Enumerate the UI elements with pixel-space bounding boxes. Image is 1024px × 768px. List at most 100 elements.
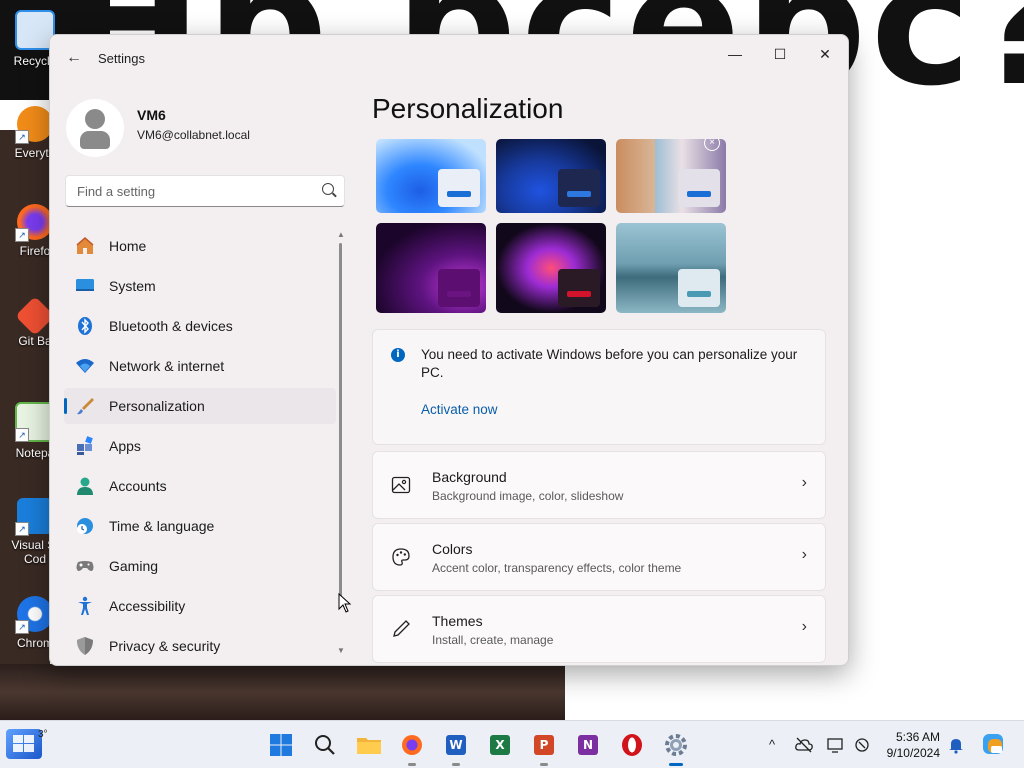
sidebar-item-time-language[interactable]: Time & language xyxy=(64,508,336,544)
search-icon[interactable] xyxy=(322,183,334,195)
magnifier-icon: ↗ xyxy=(15,106,53,144)
profile-email: VM6@collabnet.local xyxy=(137,128,250,142)
taskbar-powerpoint[interactable]: P xyxy=(528,729,560,766)
sidebar-item-accessibility[interactable]: Accessibility xyxy=(64,588,336,624)
sidebar-item-gaming[interactable]: Gaming xyxy=(64,548,336,584)
minimize-button[interactable]: — xyxy=(712,39,758,69)
sidebar-item-apps[interactable]: Apps xyxy=(64,428,336,464)
taskbar-onenote[interactable]: N xyxy=(572,729,604,761)
shortcut-arrow-icon: ↗ xyxy=(15,620,29,634)
brush-icon xyxy=(77,398,94,415)
taskbar-search-button[interactable] xyxy=(309,729,341,761)
firefox-icon xyxy=(402,735,422,755)
scrollbar-thumb[interactable] xyxy=(339,243,342,597)
wallpaper-photo xyxy=(0,664,565,720)
windows-logo-icon xyxy=(13,735,34,752)
notification-bell-icon[interactable] xyxy=(946,735,966,755)
cloud-offline-icon[interactable] xyxy=(794,735,814,755)
setting-background[interactable]: Background Background image, color, slid… xyxy=(372,451,826,519)
setting-subtitle: Accent color, transparency effects, colo… xyxy=(432,561,682,575)
folder-icon xyxy=(357,738,381,754)
sidebar-scrollbar[interactable]: ▲ ▼ xyxy=(336,231,346,655)
sidebar-item-label: Bluetooth & devices xyxy=(109,318,233,334)
sidebar-item-bluetooth[interactable]: Bluetooth & devices xyxy=(64,308,336,344)
powerpoint-icon: P xyxy=(534,735,554,755)
sidebar-nav: Home System Bluetooth & devices Network … xyxy=(64,228,336,660)
shortcut-arrow-icon: ↗ xyxy=(15,228,29,242)
sidebar-item-system[interactable]: System xyxy=(64,268,336,304)
theme-thumbnail[interactable] xyxy=(376,223,486,313)
setting-colors[interactable]: Colors Accent color, transparency effect… xyxy=(372,523,826,591)
window-title: Settings xyxy=(98,51,145,66)
home-icon xyxy=(76,237,94,254)
theme-accent-bar xyxy=(687,291,711,297)
sidebar-item-accounts[interactable]: Accounts xyxy=(64,468,336,504)
chevron-right-icon: › xyxy=(801,618,807,635)
setting-title: Themes xyxy=(432,613,483,629)
sidebar-item-label: Network & internet xyxy=(109,358,225,374)
info-icon: i xyxy=(391,348,405,362)
sidebar-item-label: Personalization xyxy=(109,398,205,414)
sidebar-item-personalization[interactable]: Personalization xyxy=(64,388,336,424)
sidebar-item-label: Privacy & security xyxy=(109,638,221,654)
apps-icon xyxy=(77,436,93,455)
back-button[interactable]: ← xyxy=(62,47,86,69)
theme-thumbnail[interactable] xyxy=(496,223,606,313)
taskbar-settings[interactable] xyxy=(660,729,692,766)
theme-thumbnail[interactable]: × xyxy=(616,139,726,213)
clock-time: 5:36 AM xyxy=(895,730,940,744)
theme-thumbnail[interactable] xyxy=(616,223,726,313)
sidebar-item-network[interactable]: Network & internet xyxy=(64,348,336,384)
search-input[interactable] xyxy=(75,181,317,201)
user-profile[interactable]: VM6 VM6@collabnet.local xyxy=(66,99,336,159)
taskbar-excel[interactable]: X xyxy=(484,729,516,761)
copilot-icon[interactable] xyxy=(980,731,1006,757)
theme-thumbnails: × xyxy=(374,139,734,317)
firefox-icon: ↗ xyxy=(15,204,53,242)
taskbar-file-explorer[interactable] xyxy=(353,729,385,761)
person-icon xyxy=(77,477,93,495)
title-bar[interactable]: ← Settings — ☐ ✕ xyxy=(50,35,848,81)
taskbar-firefox[interactable] xyxy=(396,729,428,766)
accessibility-icon xyxy=(78,596,92,615)
setting-title: Colors xyxy=(432,541,473,557)
taskbar-opera[interactable] xyxy=(616,729,648,761)
display-icon[interactable] xyxy=(826,735,846,755)
taskbar-start-button[interactable] xyxy=(265,729,297,761)
profile-name: VM6 xyxy=(137,107,166,123)
theme-thumbnail[interactable] xyxy=(376,139,486,213)
shortcut-arrow-icon: ↗ xyxy=(15,130,29,144)
theme-preview-window xyxy=(438,269,480,307)
shortcut-arrow-icon: ↗ xyxy=(15,522,29,536)
activate-now-link[interactable]: Activate now xyxy=(421,402,498,417)
theme-accent-bar xyxy=(447,291,471,297)
search-box[interactable] xyxy=(65,175,345,207)
setting-themes[interactable]: Themes Install, create, manage › xyxy=(372,595,826,663)
opera-icon xyxy=(622,734,642,756)
close-button[interactable]: ✕ xyxy=(802,39,848,69)
theme-thumbnail[interactable] xyxy=(496,139,606,213)
network-speaker-icon[interactable] xyxy=(852,735,872,755)
scroll-up-icon[interactable]: ▲ xyxy=(336,231,346,239)
maximize-button[interactable]: ☐ xyxy=(757,39,803,69)
sidebar-item-label: Home xyxy=(109,238,147,254)
search-icon xyxy=(315,735,335,755)
close-icon[interactable]: × xyxy=(704,139,720,151)
activation-message: You need to activate Windows before you … xyxy=(421,347,798,380)
tray-overflow-chevron[interactable]: ^ xyxy=(762,735,782,755)
theme-preview-window xyxy=(678,169,720,207)
chrome-icon: ↗ xyxy=(15,596,53,634)
weather-widget[interactable] xyxy=(6,729,42,759)
theme-accent-bar xyxy=(687,191,711,197)
avatar-body xyxy=(80,131,110,149)
sidebar-item-label: Apps xyxy=(109,438,141,454)
sidebar-item-home[interactable]: Home xyxy=(64,228,336,264)
scroll-down-icon[interactable]: ▼ xyxy=(336,647,346,655)
taskbar-clock[interactable]: 5:36 AM 9/10/2024 xyxy=(880,729,940,761)
clock-date: 9/10/2024 xyxy=(886,746,940,760)
setting-subtitle: Install, create, manage xyxy=(432,633,554,647)
activation-notice: i You need to activate Windows before yo… xyxy=(372,329,826,445)
sidebar-item-privacy-security[interactable]: Privacy & security xyxy=(64,628,336,660)
taskbar-word[interactable]: W xyxy=(440,729,472,766)
theme-preview-window xyxy=(558,169,600,207)
